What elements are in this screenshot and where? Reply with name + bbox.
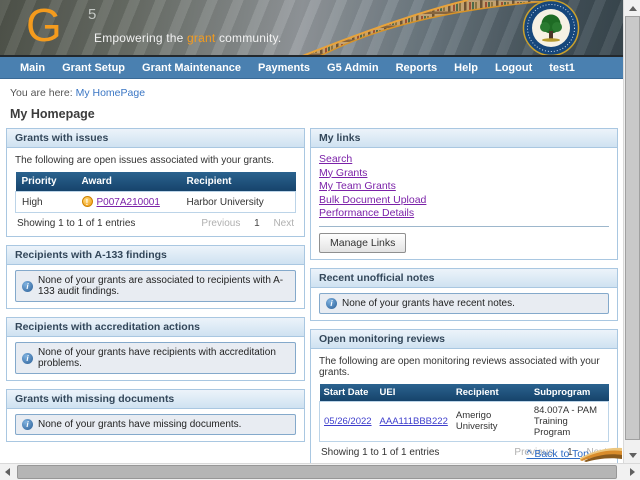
divider [319,226,609,227]
vertical-scrollbar[interactable] [623,0,640,463]
panel-open-monitoring-reviews: Open monitoring reviews The following ar… [310,329,618,464]
panel-grants-with-issues-title: Grants with issues [7,129,304,148]
scroll-down-icon[interactable] [629,453,637,458]
monitoring-description: The following are open monitoring review… [319,356,609,378]
my-links-bulk-document-upload[interactable]: Bulk Document Upload [319,194,609,207]
g5-logo: G 5 [26,2,60,48]
table-footer: Showing 1 to 1 of 1 entries Previous 1 N… [15,213,296,230]
vertical-scrollbar-thumb[interactable] [625,16,640,440]
nav-item-username[interactable]: test1 [549,62,575,74]
table-row: 05/26/2022 AAA111BBB222 Amerigo Universi… [320,401,609,441]
pagination-next[interactable]: Next [273,218,294,229]
left-column: Grants with issues The following are ope… [6,128,305,450]
dashboard-columns: Grants with issues The following are ope… [0,128,623,463]
col-header-subprogram[interactable]: Subprogram [530,384,609,402]
panel-my-links: My links Search My Grants My Team Grants… [310,128,618,260]
cell-priority: High [16,192,76,213]
my-links-performance-details[interactable]: Performance Details [319,207,609,220]
col-header-start-date[interactable]: Start Date [320,384,376,402]
breadcrumb: You are here: My HomePage [10,87,623,99]
tagline-accent: grant [187,31,215,45]
cell-award: ! P007A210001 [76,192,181,213]
panel-missing-documents-title: Grants with missing documents [7,390,304,409]
a133-message-text: None of your grants are associated to re… [38,275,289,297]
panel-a133-findings: Recipients with A-133 findings i None of… [6,245,305,309]
breadcrumb-current-link[interactable]: My HomePage [76,87,145,99]
nav-item-grant-setup[interactable]: Grant Setup [62,62,125,74]
panel-open-monitoring-reviews-title: Open monitoring reviews [311,330,617,349]
page-content: G 5 Empowering the grant community. Main… [0,0,623,463]
accreditation-message-text: None of your grants have recipients with… [38,347,289,369]
col-header-recipient[interactable]: Recipient [452,384,530,402]
col-header-uei[interactable]: UEI [376,384,452,402]
pagination-previous[interactable]: Previous [201,218,240,229]
nav-item-logout[interactable]: Logout [495,62,532,74]
tagline-pre: Empowering the [94,31,187,45]
showing-entries-text: Showing 1 to 1 of 1 entries [321,447,439,458]
nav-item-help[interactable]: Help [454,62,478,74]
dept-of-education-seal-icon [519,0,583,57]
grants-with-issues-table: Priority Award Recipient High ! P007A2100… [15,172,296,213]
missing-documents-info-message: i None of your grants have missing docum… [15,414,296,435]
my-links-search[interactable]: Search [319,153,609,166]
horizontal-scrollbar[interactable] [0,463,640,480]
panel-my-links-title: My links [311,129,617,148]
recent-notes-message-text: None of your grants have recent notes. [342,298,515,309]
award-link[interactable]: P007A210001 [97,197,160,208]
horizontal-scrollbar-thumb[interactable] [17,465,617,479]
g5-logo-5: 5 [88,6,96,23]
breadcrumb-prefix: You are here: [10,87,76,99]
panel-a133-findings-title: Recipients with A-133 findings [7,246,304,265]
info-icon: i [22,281,33,292]
tagline-post: community. [215,31,281,45]
a133-info-message: i None of your grants are associated to … [15,270,296,302]
grants-with-issues-description: The following are open issues associated… [15,155,296,166]
info-icon: i [22,419,33,430]
corner-decoration [580,446,622,462]
scroll-up-icon[interactable] [629,6,637,11]
uei-link[interactable]: AAA111BBB222 [380,416,448,427]
cell-recipient: Harbor University [181,192,296,213]
warning-icon: ! [82,196,93,207]
manage-links-button[interactable]: Manage Links [319,233,406,253]
col-header-priority[interactable]: Priority [16,172,76,192]
monitoring-reviews-table: Start Date UEI Recipient Subprogram 05/2… [319,384,609,442]
accreditation-info-message: i None of your grants have recipients wi… [15,342,296,374]
header-banner: G 5 Empowering the grant community. [0,0,623,57]
col-header-recipient[interactable]: Recipient [181,172,296,192]
page-title: My Homepage [10,107,623,121]
g5-logo-g: G [26,0,60,51]
right-column: My links Search My Grants My Team Grants… [310,128,618,463]
start-date-link[interactable]: 05/26/2022 [324,416,372,427]
table-row: High ! P007A210001 Harbor University [16,192,296,213]
nav-item-payments[interactable]: Payments [258,62,310,74]
recent-notes-info-message: i None of your grants have recent notes. [319,293,609,314]
nav-item-reports[interactable]: Reports [396,62,438,74]
tagline: Empowering the grant community. [94,31,281,45]
cell-subprogram: 84.007A - PAM Training Program [530,401,609,441]
col-header-award[interactable]: Award [76,172,181,192]
my-links-my-team-grants[interactable]: My Team Grants [319,180,609,193]
panel-accreditation-actions-title: Recipients with accreditation actions [7,318,304,337]
pagination-page-1[interactable]: 1 [254,218,260,229]
main-nav: Main Grant Setup Grant Maintenance Payme… [0,57,623,79]
showing-entries-text: Showing 1 to 1 of 1 entries [17,218,135,229]
missing-documents-message-text: None of your grants have missing documen… [38,419,241,430]
scroll-left-icon[interactable] [5,468,10,476]
cell-recipient: Amerigo University [452,401,530,441]
nav-item-main[interactable]: Main [20,62,45,74]
my-links-my-grants[interactable]: My Grants [319,167,609,180]
scroll-right-icon[interactable] [630,468,635,476]
nav-item-g5-admin[interactable]: G5 Admin [327,62,379,74]
info-icon: i [22,353,33,364]
panel-recent-unofficial-notes: Recent unofficial notes i None of your g… [310,268,618,321]
panel-recent-unofficial-notes-title: Recent unofficial notes [311,269,617,288]
panel-grants-with-issues: Grants with issues The following are ope… [6,128,305,237]
pagination: Previous 1 Next [201,218,294,229]
nav-item-grant-maintenance[interactable]: Grant Maintenance [142,62,241,74]
panel-missing-documents: Grants with missing documents i None of … [6,389,305,442]
panel-accreditation-actions: Recipients with accreditation actions i … [6,317,305,381]
info-icon: i [326,298,337,309]
